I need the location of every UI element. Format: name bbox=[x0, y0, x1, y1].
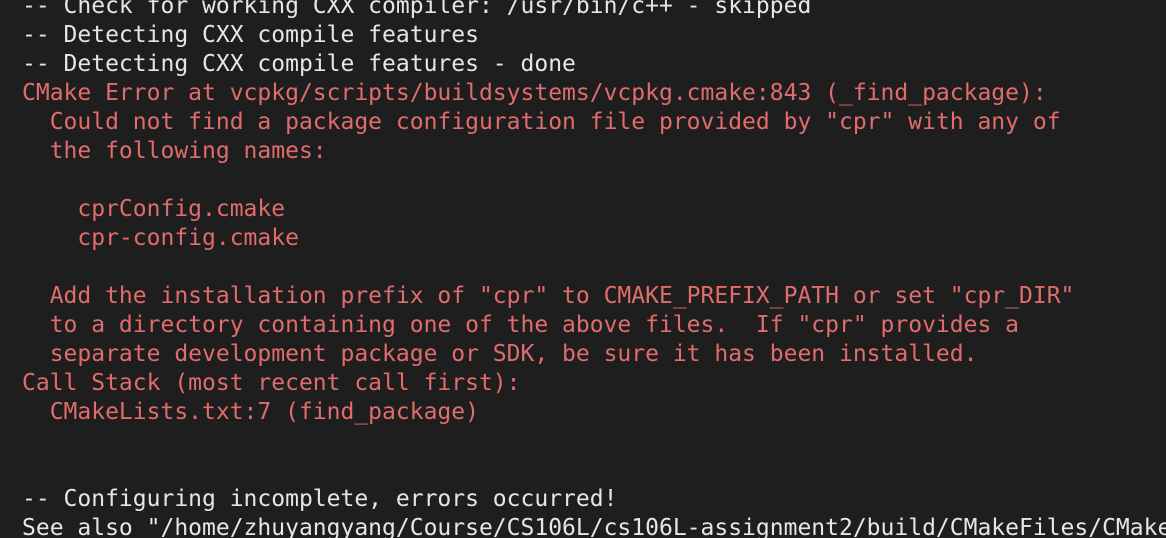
output-line: -- Detecting CXX compile features - done bbox=[22, 51, 576, 77]
error-output-line: to a directory containing one of the abo… bbox=[22, 312, 1019, 338]
terminal-window[interactable]: -- Check for working CXX compiler: /usr/… bbox=[0, 0, 1166, 538]
output-line: -- Check for working CXX compiler: /usr/… bbox=[22, 0, 812, 19]
error-output-line: separate development package or SDK, be … bbox=[22, 341, 978, 367]
error-output-line: the following names: bbox=[22, 138, 327, 164]
error-output-line: CMakeLists.txt:7 (find_package) bbox=[22, 399, 479, 425]
terminal-output: -- Check for working CXX compiler: /usr/… bbox=[22, 0, 1166, 538]
output-line: -- Configuring incomplete, errors occurr… bbox=[22, 486, 618, 512]
error-output-line: Could not find a package configuration f… bbox=[22, 109, 1061, 135]
error-output-line: cprConfig.cmake bbox=[22, 196, 286, 222]
error-output-line bbox=[22, 253, 1166, 282]
error-output-line: CMake Error at vcpkg/scripts/buildsystem… bbox=[22, 80, 1047, 106]
output-line: -- Detecting CXX compile features bbox=[22, 22, 479, 48]
error-output-line: cpr-config.cmake bbox=[22, 225, 299, 251]
output-line: See also "/home/zhuyangyang/Course/CS106… bbox=[22, 515, 1166, 538]
error-output-line: Call Stack (most recent call first): bbox=[22, 370, 521, 396]
error-output-line: Add the installation prefix of "cpr" to … bbox=[22, 283, 1075, 309]
error-output-line bbox=[22, 166, 1166, 195]
